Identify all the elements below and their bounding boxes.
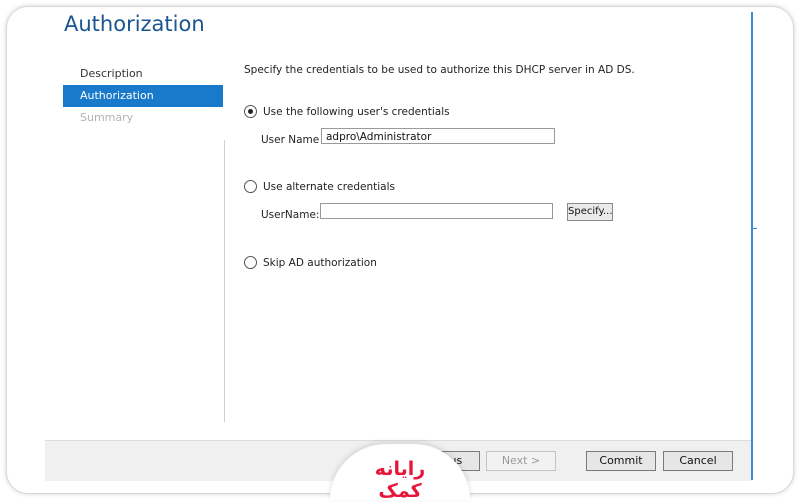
alternate-username-label: UserName:	[261, 209, 320, 221]
option-alternate-credentials[interactable]: Use alternate credentials	[244, 180, 395, 193]
alternate-username-field[interactable]	[320, 203, 553, 219]
radio-current-credentials[interactable]	[244, 105, 257, 118]
nav-item-description[interactable]: Description	[63, 63, 223, 85]
option-current-credentials[interactable]: Use the following user's credentials	[244, 105, 450, 118]
option-skip-authorization[interactable]: Skip AD authorization	[244, 256, 377, 269]
watermark-logo: رایانه کمک	[374, 458, 426, 502]
commit-button[interactable]: Commit	[586, 451, 656, 471]
radio-alternate-credentials[interactable]	[244, 180, 257, 193]
instructions-text: Specify the credentials to be used to au…	[244, 64, 635, 76]
nav-item-authorization[interactable]: Authorization	[63, 85, 223, 107]
specify-button[interactable]: Specify...	[567, 203, 613, 221]
username-field[interactable]: adpro\Administrator	[321, 128, 555, 144]
wizard-nav: Description Authorization Summary	[63, 63, 223, 129]
option-alternate-credentials-label: Use alternate credentials	[263, 180, 395, 193]
option-skip-authorization-label: Skip AD authorization	[263, 256, 377, 269]
nav-divider	[224, 140, 225, 422]
username-label: User Name	[261, 134, 320, 146]
cancel-button[interactable]: Cancel	[663, 451, 733, 471]
page-title: Authorization	[64, 12, 205, 36]
window-edge	[751, 12, 753, 480]
radio-skip-authorization[interactable]	[244, 256, 257, 269]
next-button: Next >	[486, 451, 556, 471]
nav-item-summary: Summary	[80, 111, 134, 124]
option-current-credentials-label: Use the following user's credentials	[263, 105, 450, 118]
edge-marker	[751, 228, 757, 229]
